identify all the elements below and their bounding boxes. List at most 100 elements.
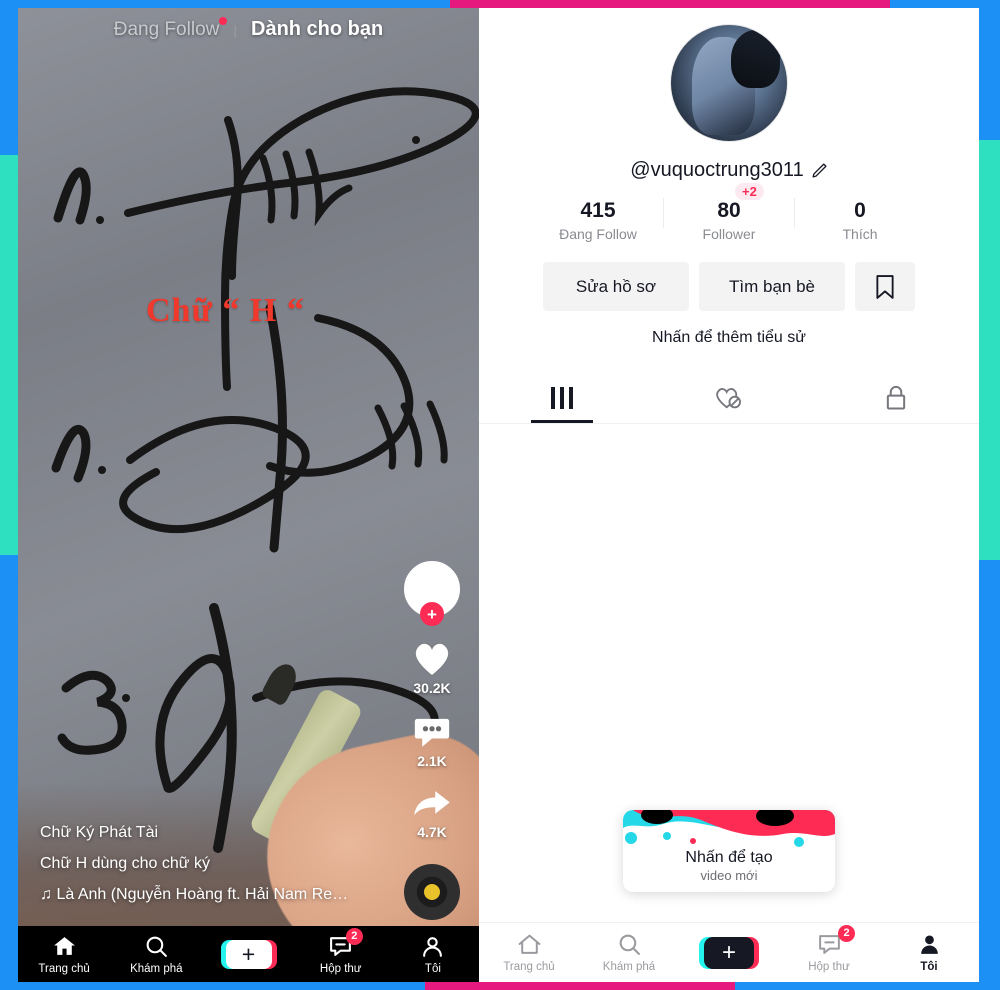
nav-item-profile-profile[interactable]: Tôi	[879, 923, 979, 982]
music-disc-icon[interactable]	[404, 864, 460, 920]
bio-prompt[interactable]: Nhấn để thêm tiểu sử	[479, 329, 979, 347]
stat-following-value: 415	[580, 199, 616, 222]
inbox-badge-feed: 2	[345, 928, 363, 945]
stat-followers-label: Follower	[702, 226, 756, 242]
nav-label-profile-feed: Tôi	[424, 962, 441, 975]
plus-create-icon[interactable]: +	[220, 939, 277, 969]
video-feed-panel[interactable]: Chữ “ H “ Đang Follow | Dành cho bạn + 3…	[18, 8, 479, 982]
tooltip-text: Nhấn để tạo video mới	[623, 849, 835, 883]
find-friends-button[interactable]: Tìm bạn bè	[699, 262, 845, 311]
nav-label-home-profile: Trang chủ	[503, 961, 555, 973]
caption-author[interactable]: Chữ Ký Phát Tài	[40, 817, 370, 848]
nav-item-discover-profile[interactable]: Khám phá	[579, 923, 679, 982]
nav-label-discover-profile: Khám phá	[602, 961, 656, 973]
screenshot-frame: Chữ “ H “ Đang Follow | Dành cho bạn + 3…	[0, 0, 1000, 990]
nav-label-inbox-feed: Hộp thư	[319, 962, 362, 975]
profile-tab-private[interactable]	[812, 373, 979, 423]
bookmark-button[interactable]	[855, 262, 915, 311]
followers-new-badge: +2	[735, 183, 764, 200]
stat-likes[interactable]: 0 Thích	[797, 199, 923, 242]
comment-action[interactable]: 2.1K	[412, 714, 452, 769]
nav-item-inbox-feed[interactable]: 2 Hộp thư	[295, 926, 387, 982]
feed-tab-following[interactable]: Đang Follow	[114, 16, 228, 41]
lock-private-icon	[886, 386, 905, 410]
nav-label-profile-profile: Tôi	[920, 961, 938, 973]
profile-handle: @vuquoctrung3011	[630, 159, 804, 181]
plus-glyph: +	[721, 938, 736, 966]
handle-row: @vuquoctrung3011	[479, 159, 979, 182]
stat-likes-value: 0	[854, 199, 866, 222]
stat-likes-label: Thích	[842, 226, 878, 242]
profile-panel[interactable]: @vuquoctrung3011 415 Đang Follow +2 80 F…	[479, 8, 979, 982]
grid-bar	[551, 387, 556, 409]
person-icon	[920, 935, 938, 954]
frame-edge-right-blue-bottom	[978, 560, 1000, 990]
avatar[interactable]	[670, 24, 788, 142]
pencil-icon[interactable]	[811, 162, 828, 179]
frame-edge-right-teal	[978, 140, 1000, 560]
home-icon	[518, 934, 540, 954]
rail-author-avatar[interactable]: +	[404, 561, 460, 626]
stat-following-label: Đang Follow	[559, 226, 637, 242]
search-icon	[619, 934, 640, 955]
notification-dot-icon	[219, 16, 228, 25]
plus-glyph: +	[241, 940, 256, 967]
nav-item-home-feed[interactable]: Trang chủ	[18, 926, 110, 982]
nav-item-discover-feed[interactable]: Khám phá	[110, 926, 202, 982]
tooltip-line-1: Nhấn để tạo	[685, 849, 773, 866]
share-action[interactable]: 4.7K	[411, 787, 453, 840]
inbox-badge-profile: 2	[838, 925, 855, 942]
frame-edge-left-blue-top	[0, 0, 18, 155]
video-overlay-text: Chữ “ H “	[146, 292, 305, 329]
frame-edge-left-teal	[0, 155, 18, 555]
stat-following[interactable]: 415 Đang Follow	[535, 199, 661, 242]
stat-divider-2	[794, 198, 795, 228]
home-icon	[53, 936, 75, 955]
grid-bar	[560, 387, 565, 409]
stat-divider-1	[663, 198, 664, 228]
comment-icon	[414, 718, 450, 747]
heart-hidden-icon	[716, 388, 741, 409]
profile-tab-posts[interactable]	[479, 373, 646, 423]
person-icon	[423, 936, 443, 957]
caption-music[interactable]: ♫ Là Anh (Nguyễn Hoàng ft. Hải Nam Re…	[40, 879, 370, 910]
search-icon	[146, 936, 167, 957]
like-action[interactable]: 30.2K	[411, 639, 453, 696]
profile-tabs	[479, 373, 979, 423]
create-video-tooltip[interactable]: Nhấn để tạo video mới	[623, 810, 835, 892]
music-note-icon: ♫	[40, 886, 52, 903]
heart-icon	[415, 643, 449, 676]
nav-item-create-feed[interactable]: +	[202, 926, 294, 982]
caption-music-label: Là Anh (Nguyễn Hoàng ft. Hải Nam Re…	[56, 886, 349, 903]
nav-item-profile-feed[interactable]: Tôi	[387, 926, 479, 982]
profile-actions: Sửa hồ sơ Tìm bạn bè	[479, 262, 979, 311]
nav-label-home-feed: Trang chủ	[38, 962, 90, 975]
profile-tab-liked[interactable]	[646, 373, 813, 423]
grid-posts-icon	[551, 387, 574, 409]
nav-label-inbox-profile: Hộp thư	[808, 961, 850, 973]
follow-plus-icon[interactable]: +	[420, 602, 444, 626]
video-caption: Chữ Ký Phát Tài Chữ H dùng cho chữ ký ♫ …	[40, 817, 370, 910]
frame-edge-right-blue-top	[978, 0, 1000, 140]
nav-item-inbox-profile[interactable]: 2 Hộp thư	[779, 923, 879, 982]
plus-create-icon[interactable]: +	[699, 936, 759, 969]
caption-description: Chữ H dùng cho chữ ký	[40, 855, 210, 872]
profile-bottom-nav: Trang chủ Khám phá + 2 Hộp thư Tôi	[479, 922, 979, 982]
edit-profile-button[interactable]: Sửa hồ sơ	[543, 262, 689, 311]
bookmark-icon	[876, 274, 894, 299]
share-arrow-icon	[414, 791, 450, 816]
profile-stats: 415 Đang Follow +2 80 Follower 0 Thích	[479, 183, 979, 242]
stat-followers[interactable]: +2 80 Follower	[666, 183, 792, 242]
feed-bottom-nav: Trang chủ Khám phá + 2 Hộp thư Tôi	[18, 926, 479, 982]
feed-tab-foryou-label: Dành cho bạn	[251, 18, 384, 40]
nav-item-home-profile[interactable]: Trang chủ	[479, 923, 579, 982]
music-disc-center	[424, 884, 440, 900]
like-count: 30.2K	[413, 680, 451, 696]
tooltip-decoration	[623, 810, 835, 850]
comment-count: 2.1K	[417, 753, 447, 769]
feed-tab-foryou[interactable]: Dành cho bạn	[251, 18, 383, 41]
nav-item-create-profile[interactable]: +	[679, 923, 779, 982]
video-action-rail: + 30.2K 2.1K 4.7K	[401, 561, 463, 920]
feed-top-tabs: Đang Follow | Dành cho bạn	[18, 16, 479, 41]
tooltip-line-2: video mới	[700, 868, 758, 883]
